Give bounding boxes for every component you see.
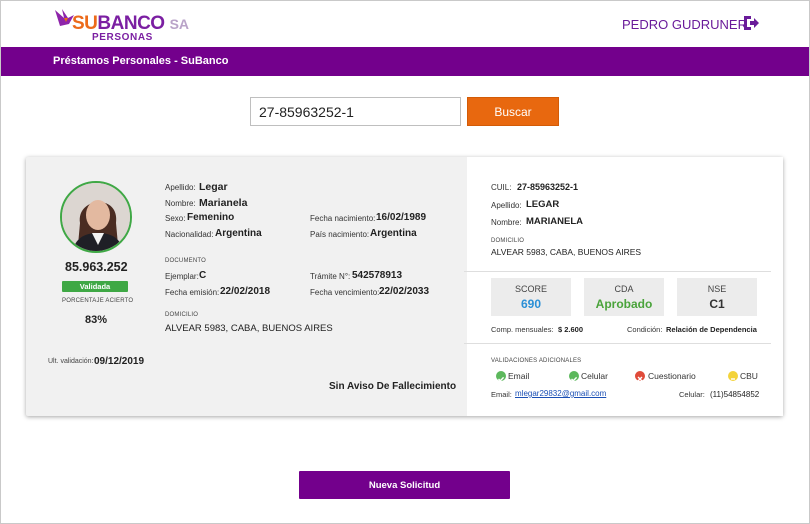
nombre-label: Nombre: — [165, 199, 196, 208]
summary-apellido-value: LEGAR — [526, 199, 560, 210]
validation-celular-label: Celular — [581, 371, 608, 381]
pais-nacimiento-value: Argentina — [370, 228, 417, 239]
brand-banco: BANCO — [97, 13, 165, 34]
fecha-nacimiento-value: 16/02/1989 — [376, 212, 427, 223]
summary-domicilio-label: DOMICILIO — [491, 238, 525, 244]
check-icon — [569, 371, 579, 382]
ejemplar-label: Ejemplar: — [165, 272, 199, 281]
nse-label: NSE — [707, 284, 727, 294]
user-name[interactable]: PEDRO GUDRUNER — [622, 17, 747, 32]
validaciones-label: VALIDACIONES ADICIONALES — [491, 358, 582, 364]
cuil-search-input[interactable] — [250, 97, 461, 126]
brand-subtitle: PERSONAS — [92, 32, 153, 43]
cross-icon — [635, 371, 645, 382]
nse-value: C1 — [709, 297, 725, 311]
nombre-value: Marianela — [199, 197, 248, 209]
score-box: SCORE 690 — [491, 278, 571, 316]
celular-label: Celular: — [679, 390, 705, 399]
summary-apellido-label: Apellido: — [491, 201, 522, 210]
nav-bar: Préstamos Personales - SuBanco — [1, 47, 809, 76]
person-avatar-icon — [62, 183, 130, 251]
summary-nombre-value: MARIANELA — [526, 216, 583, 227]
nse-box: NSE C1 — [677, 278, 757, 316]
score-label: SCORE — [514, 284, 547, 294]
pending-icon — [728, 371, 738, 381]
summary-divider — [464, 343, 771, 344]
domicilio-value: ALVEAR 5983, CABA, BUENOS AIRES — [165, 323, 333, 334]
condicion-label: Condición: — [627, 325, 663, 334]
validation-date: 09/12/2019 — [94, 356, 145, 367]
summary-domicilio-value: ALVEAR 5983, CABA, BUENOS AIRES — [491, 247, 642, 257]
dni-number: 85.963.252 — [65, 260, 128, 274]
new-request-button[interactable]: Nueva Solicitud — [299, 471, 510, 499]
validation-date-label: Ult. validación: — [48, 358, 94, 365]
fallecimiento-status: Sin Aviso De Fallecimiento — [329, 381, 457, 392]
fecha-vencimiento-value: 22/02/2033 — [379, 286, 430, 297]
fecha-emision-value: 22/02/2018 — [220, 286, 271, 297]
fecha-nacimiento-label: Fecha nacimiento: — [310, 214, 376, 223]
brand-su: SU — [72, 13, 98, 34]
sexo-value: Femenino — [187, 212, 235, 223]
percentage-value: 83% — [85, 314, 108, 326]
cuil-label: CUIL: — [491, 183, 512, 192]
fecha-emision-label: Fecha emisión: — [165, 288, 220, 297]
apellido-value: Legar — [199, 181, 228, 193]
nacionalidad-label: Nacionalidad: — [165, 230, 214, 239]
comp-mensuales-label: Comp. mensuales: — [491, 325, 554, 334]
email-link[interactable]: mlegar29832@gmail.com — [515, 389, 606, 398]
applicant-card: 85.963.252 Validada PORCENTAJE ACIERTO 8… — [26, 157, 783, 416]
subanco-logo: SUBANCO SA PERSONAS — [52, 6, 189, 46]
documento-label: DOCUMENTO — [165, 258, 207, 264]
comp-mensuales-value: $ 2.600 — [558, 325, 584, 334]
search-button[interactable]: Buscar — [467, 97, 559, 126]
tramite-value: 542578913 — [352, 270, 403, 281]
cda-label: CDA — [614, 284, 634, 294]
pais-nacimiento-label: País nacimiento: — [310, 230, 370, 239]
email-label: Email: — [491, 390, 512, 399]
cda-value: Aprobado — [595, 297, 653, 311]
sexo-label: Sexo: — [165, 214, 186, 223]
domicilio-label: DOMICILIO — [165, 312, 199, 318]
applicant-photo — [60, 181, 132, 253]
cuil-value: 27-85963252-1 — [517, 182, 579, 192]
brand-sa: SA — [169, 16, 190, 32]
summary-divider — [464, 271, 771, 272]
summary-panel: CUIL: 27-85963252-1 Apellido: LEGAR Nomb… — [467, 157, 783, 416]
summary-nombre-label: Nombre: — [491, 218, 522, 227]
celular-value: (11)54854852 — [710, 390, 760, 399]
validation-cbu-label: CBU — [740, 371, 758, 381]
ejemplar-value: C — [199, 270, 207, 281]
cda-box: CDA Aprobado — [584, 278, 664, 316]
validation-email-label: Email — [508, 371, 530, 381]
condicion-value: Relación de Dependencia — [666, 325, 757, 334]
tramite-label: Trámite N°: — [310, 272, 351, 281]
validation-cuestionario-label: Cuestionario — [648, 371, 696, 381]
status-badge: Validada — [62, 281, 128, 292]
logout-icon[interactable] — [742, 15, 760, 31]
nacionalidad-value: Argentina — [215, 228, 262, 239]
page-title: Préstamos Personales - SuBanco — [53, 55, 229, 67]
apellido-label: Apellido: — [165, 183, 196, 192]
fecha-vencimiento-label: Fecha vencimiento: — [310, 288, 380, 297]
score-value: 690 — [520, 297, 542, 311]
percentage-label: PORCENTAJE ACIERTO — [62, 298, 134, 304]
check-icon — [496, 371, 506, 382]
